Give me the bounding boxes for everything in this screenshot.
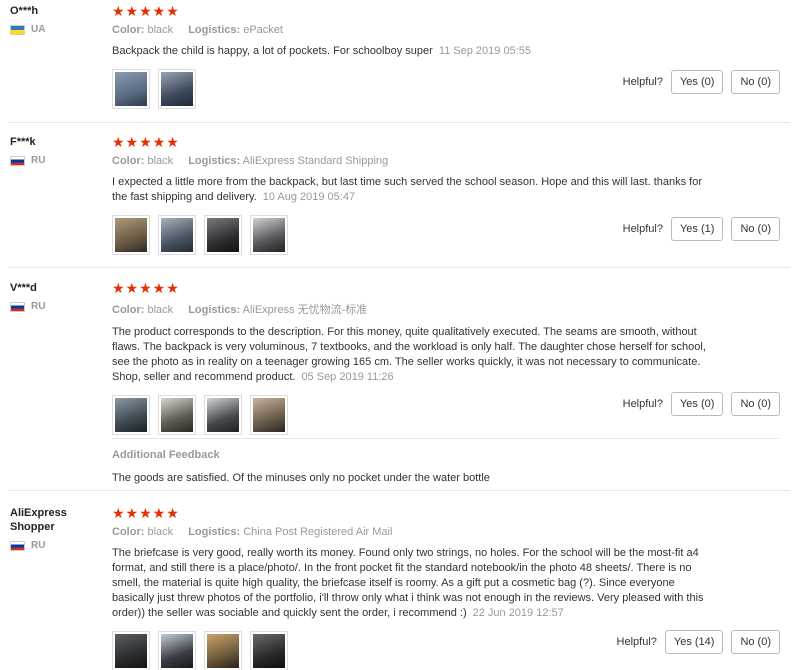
helpful-no-button[interactable]: No (0) (731, 217, 780, 241)
russia-flag-icon (10, 540, 25, 551)
review-photo-thumbnail[interactable] (112, 631, 150, 670)
review-item: O***h UA ★★★★★ Color: black Logistics: e… (0, 0, 790, 122)
color-label: Color: (112, 304, 145, 316)
country-code: RU (31, 301, 46, 312)
logistics-label: Logistics: (188, 155, 241, 167)
helpful-vote: Helpful? Yes (1) No (0) (623, 217, 780, 241)
color-label: Color: (112, 24, 145, 36)
logistics-label: Logistics: (188, 526, 241, 538)
review-meta: Color: black Logistics: ePacket (112, 24, 712, 36)
logistics-value: AliExpress Standard Shipping (242, 155, 389, 167)
review-photo-thumbnail[interactable] (112, 69, 150, 109)
review-item: V***d RU ★★★★★ Color: black Logistics: A… (0, 277, 790, 489)
review-divider (8, 122, 790, 123)
color-label: Color: (112, 526, 145, 538)
review-photo-thumbnail[interactable] (158, 395, 196, 435)
helpful-label: Helpful? (622, 223, 663, 235)
review-date: 11 Sep 2019 05:55 (438, 45, 531, 57)
review-body: Backpack the child is happy, a lot of po… (112, 45, 433, 57)
country-code: UA (31, 24, 46, 35)
color-value: black (147, 155, 174, 167)
reviewer-name: V***d (10, 282, 37, 294)
logistics-value: China Post Registered Air Mail (243, 526, 393, 538)
review-meta: Color: black Logistics: China Post Regis… (112, 526, 712, 538)
review-photo-thumbnail[interactable] (158, 215, 196, 255)
helpful-no-button[interactable]: No (0) (731, 630, 780, 654)
helpful-label: Helpful? (616, 636, 657, 648)
ukraine-flag-icon (10, 24, 25, 35)
review-photo-thumbnail[interactable] (158, 69, 196, 109)
helpful-no-button[interactable]: No (0) (731, 70, 780, 94)
review-photo-thumbnail[interactable] (112, 395, 150, 435)
review-photo-thumbnail[interactable] (158, 631, 196, 670)
logistics-value: ePacket (243, 24, 283, 36)
review-photo-thumbnail[interactable] (250, 215, 288, 255)
helpful-vote: Helpful? Yes (14) No (0) (617, 630, 780, 654)
review-photo-thumbnail[interactable] (112, 215, 150, 255)
reviewer-name: AliExpress Shopper (10, 507, 67, 533)
star-rating: ★★★★★ (112, 3, 180, 19)
review-date: 22 Jun 2019 12:57 (472, 607, 564, 619)
review-date: 05 Sep 2019 11:26 (301, 371, 394, 383)
logistics-label: Logistics: (188, 304, 241, 316)
review-body: The briefcase is very good, really worth… (112, 547, 704, 619)
review-photo-thumbnail[interactable] (204, 395, 242, 435)
review-date: 10 Aug 2019 05:47 (262, 191, 356, 203)
additional-feedback-text: The goods are satisfied. Of the minuses … (112, 472, 490, 484)
review-item: F***k RU ★★★★★ Color: black Logistics: A… (0, 131, 790, 267)
reviews-list: O***h UA ★★★★★ Color: black Logistics: e… (0, 0, 800, 670)
star-rating: ★★★★★ (112, 134, 180, 150)
review-divider (8, 267, 790, 268)
star-rating: ★★★★★ (112, 280, 180, 296)
star-rating: ★★★★★ (112, 505, 180, 521)
helpful-vote: Helpful? Yes (0) No (0) (623, 70, 780, 94)
reviewer-info: AliExpress Shopper RU (10, 506, 105, 551)
review-body: The product corresponds to the descripti… (112, 326, 706, 383)
color-value: black (147, 526, 174, 538)
reviewer-country: RU (10, 301, 105, 312)
helpful-yes-button[interactable]: Yes (0) (670, 70, 724, 94)
country-code: RU (31, 155, 46, 166)
review-photo-thumbnail[interactable] (204, 631, 242, 670)
russia-flag-icon (10, 301, 25, 312)
reviewer-country: RU (10, 155, 105, 166)
additional-feedback-divider (112, 438, 780, 439)
color-value: black (147, 304, 174, 316)
reviewer-name: O***h (10, 5, 39, 17)
reviewer-info: O***h UA (10, 4, 105, 35)
review-photo-thumbnail[interactable] (250, 395, 288, 435)
helpful-yes-button[interactable]: Yes (14) (664, 630, 724, 654)
review-text: The briefcase is very good, really worth… (112, 546, 712, 621)
helpful-vote: Helpful? Yes (0) No (0) (623, 392, 780, 416)
review-item: AliExpress Shopper RU ★★★★★ Color: black… (0, 502, 790, 670)
reviewer-country: UA (10, 24, 105, 35)
review-text: I expected a little more from the backpa… (112, 175, 712, 205)
reviewer-info: F***k RU (10, 135, 105, 166)
review-meta: Color: black Logistics: AliExpress Stand… (112, 155, 712, 167)
country-code: RU (31, 540, 46, 551)
additional-feedback-title: Additional Feedback (112, 449, 220, 461)
logistics-value: AliExpress 无忧物流-标准 (242, 304, 368, 316)
logistics-label: Logistics: (188, 24, 241, 36)
review-divider (8, 490, 790, 491)
review-body: I expected a little more from the backpa… (112, 176, 703, 203)
review-text: The product corresponds to the descripti… (112, 325, 712, 385)
helpful-yes-button[interactable]: Yes (1) (670, 217, 724, 241)
color-value: black (147, 24, 174, 36)
review-photo-thumbnail[interactable] (250, 631, 288, 670)
review-meta: Color: black Logistics: AliExpress 无忧物流-… (112, 301, 712, 317)
color-label: Color: (112, 155, 145, 167)
russia-flag-icon (10, 155, 25, 166)
reviewer-name: F***k (10, 136, 36, 148)
helpful-no-button[interactable]: No (0) (731, 392, 780, 416)
review-text: Backpack the child is happy, a lot of po… (112, 44, 712, 59)
review-photo-thumbnail[interactable] (204, 215, 242, 255)
helpful-label: Helpful? (622, 76, 663, 88)
helpful-yes-button[interactable]: Yes (0) (670, 392, 724, 416)
reviewer-info: V***d RU (10, 281, 105, 312)
helpful-label: Helpful? (622, 398, 663, 410)
reviewer-country: RU (10, 540, 105, 551)
